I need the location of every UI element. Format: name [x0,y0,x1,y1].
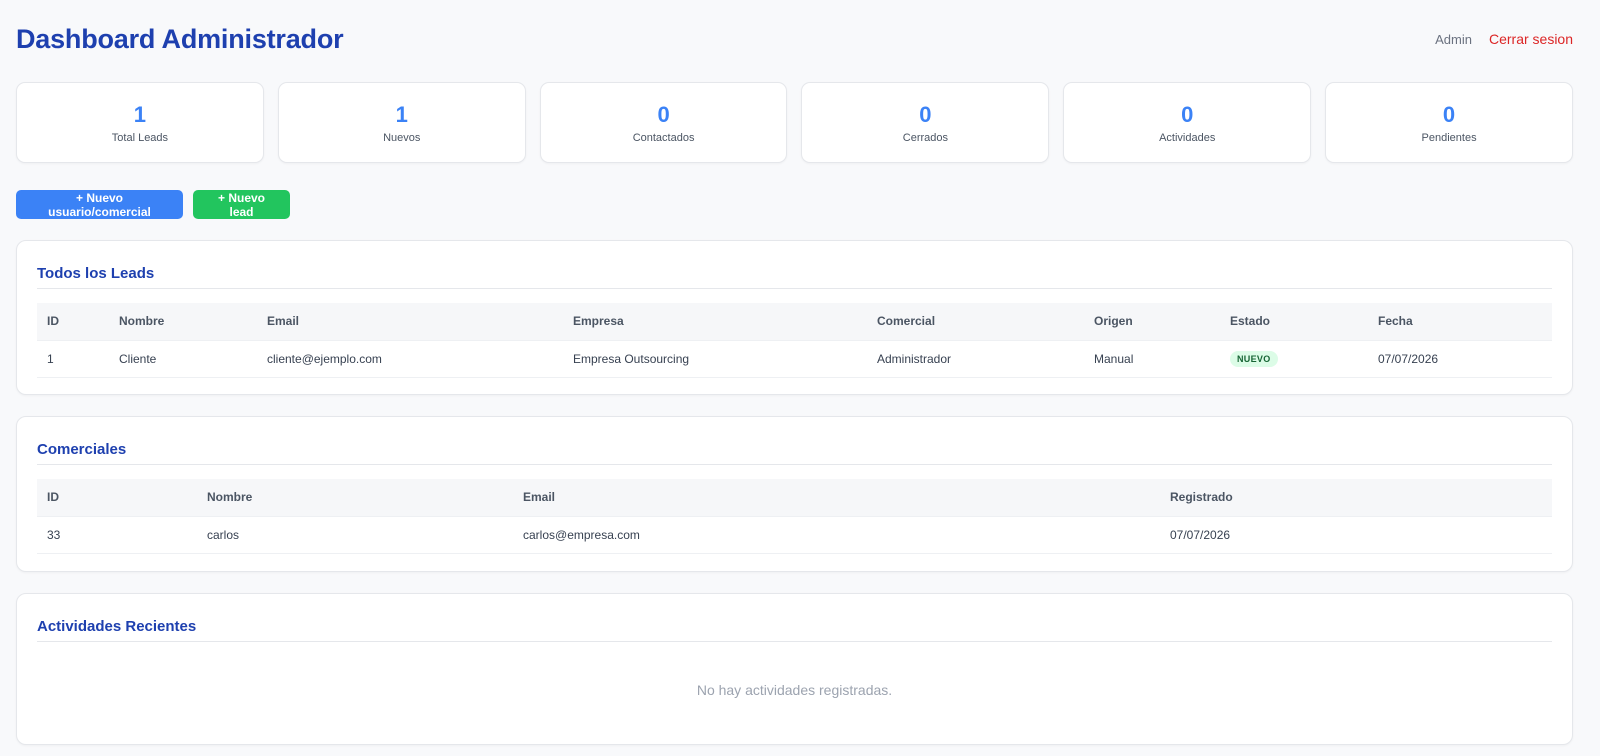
table-row[interactable]: 1 Cliente cliente@ejemplo.com Empresa Ou… [37,339,1552,378]
new-user-button[interactable]: + Nuevo usuario/comercial [16,190,183,219]
stat-label: Actividades [1159,131,1216,144]
status-badge: NUEVO [1230,350,1278,367]
cell-comercial: Administrador [867,339,1084,378]
column-header: Origen [1094,314,1133,329]
stat-card-contactados: 0 Contactados [539,82,788,163]
comerciales-title: Comerciales [37,417,1552,465]
stat-label: Nuevos [383,131,421,144]
stat-label: Contactados [632,131,695,144]
leads-panel: Todos los Leads ID Nombre Email Empresa … [16,240,1573,395]
cell-fecha: 07/07/2026 [1368,339,1552,378]
column-header: Fecha [1378,314,1413,329]
stat-card-cerrados: 0 Cerrados [801,82,1050,163]
column-header: Comercial [877,314,936,329]
new-lead-button[interactable]: + Nuevo lead [193,190,290,219]
empty-state-message: No hay actividades registradas. [696,682,893,698]
cell-id: 33 [37,515,197,554]
column-header: Email [267,314,300,329]
page-title: Dashboard Administrador [16,23,344,54]
stat-card-actividades: 0 Actividades [1063,82,1312,163]
cell-estado: NUEVO [1220,339,1368,378]
cell-nombre: Cliente [109,339,257,378]
stat-value: 0 [1442,101,1456,127]
stat-value: 1 [133,101,147,127]
table-row[interactable]: 33 carlos carlos@empresa.com 07/07/2026 [37,515,1552,554]
stat-value: 0 [1181,101,1194,127]
stat-label: Pendientes [1421,131,1477,144]
stat-card-total-leads: 1 Total Leads [16,82,264,163]
cell-email: carlos@empresa.com [513,515,1160,554]
stats-row: 1 Total Leads 1 Nuevos 0 Contactados 0 C… [16,82,1573,163]
stat-label: Cerrados [902,131,949,144]
cell-nombre: carlos [197,515,513,554]
column-header: ID [47,314,59,329]
comerciales-panel: Comerciales ID Nombre Email Registrado 3… [16,416,1573,572]
header-user-area: Admin Cerrar sesion [1435,31,1573,47]
column-header: Nombre [119,314,165,329]
logout-link[interactable]: Cerrar sesion [1489,31,1573,47]
comerciales-table: ID Nombre Email Registrado 33 carlos car… [37,479,1552,554]
user-label: Admin [1435,31,1472,47]
table-header-row: ID Nombre Email Registrado [37,479,1552,516]
stat-card-nuevos: 1 Nuevos [277,82,526,163]
page-header: Dashboard Administrador Admin Cerrar ses… [16,18,1573,60]
column-header: Empresa [573,314,624,329]
action-bar: + Nuevo usuario/comercial + Nuevo lead [16,190,290,219]
stat-card-pendientes: 0 Pendientes [1325,82,1573,163]
cell-registrado: 07/07/2026 [1160,515,1552,554]
stat-value: 0 [919,101,932,127]
column-header: Email [523,490,556,505]
stat-label: Total Leads [111,131,169,144]
actividades-title: Actividades Recientes [37,594,1552,642]
stat-value: 0 [657,101,670,127]
leads-title: Todos los Leads [37,241,1552,289]
cell-email: cliente@ejemplo.com [257,339,563,378]
column-header: Estado [1230,314,1271,329]
cell-id: 1 [37,339,109,378]
cell-empresa: Empresa Outsourcing [563,339,867,378]
cell-origen: Manual [1084,339,1220,378]
column-header: Nombre [207,490,253,505]
stat-value: 1 [395,101,408,127]
actividades-panel: Actividades Recientes No hay actividades… [16,593,1573,745]
column-header: ID [47,490,59,505]
table-header-row: ID Nombre Email Empresa Comercial Origen… [37,303,1552,340]
leads-table: ID Nombre Email Empresa Comercial Origen… [37,303,1552,378]
column-header: Registrado [1170,490,1233,505]
